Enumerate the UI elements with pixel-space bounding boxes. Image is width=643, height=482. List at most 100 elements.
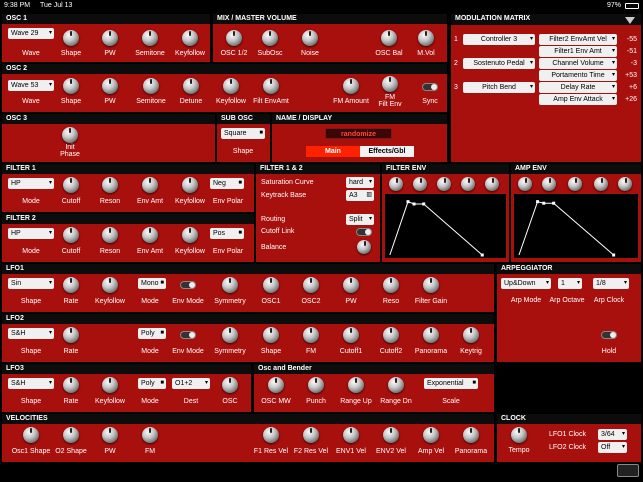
lfo2-panorama-knob[interactable]: [423, 327, 439, 343]
main-tab[interactable]: Main: [306, 146, 360, 157]
matrix-destination-select[interactable]: Channel Volume ▾: [539, 58, 617, 69]
subosc-shape-select[interactable]: Square ■: [221, 128, 265, 139]
bender-rangeup-knob[interactable]: [348, 377, 364, 393]
filter-env-graph[interactable]: [385, 194, 506, 258]
lfo1-osc2-knob[interactable]: [303, 277, 319, 293]
vel-f1resvel-knob[interactable]: [263, 427, 279, 443]
filter-env-sustaintime-knob[interactable]: [461, 177, 475, 191]
arp-clock-select[interactable]: 1/8 ▾: [593, 278, 629, 289]
osc2-semitone-knob[interactable]: [143, 78, 159, 94]
matrix-amount-value[interactable]: +6: [629, 84, 637, 91]
matrix-amount-value[interactable]: +26: [625, 96, 637, 103]
osc2-filtenvamt-knob[interactable]: [263, 78, 279, 94]
osc2-wave-select[interactable]: Wave 53 ▾: [8, 80, 54, 91]
collapse-icon[interactable]: [625, 17, 635, 24]
lfo1-envmode-toggle[interactable]: [180, 281, 196, 289]
lfo1-symmetry-knob[interactable]: [222, 277, 238, 293]
osc2-fm-filtenv-knob[interactable]: [382, 76, 398, 92]
routing-select[interactable]: Split ▾: [346, 214, 374, 225]
mix-osc12-knob[interactable]: [226, 30, 242, 46]
filter1-mode-select[interactable]: HP ▾: [8, 178, 54, 189]
vel-env2vel-knob[interactable]: [383, 427, 399, 443]
filter1-keyfollow-knob[interactable]: [182, 177, 198, 193]
lfo2-symmetry-knob[interactable]: [222, 327, 238, 343]
osc2-keyfollow-knob[interactable]: [223, 78, 239, 94]
lfo1-pw-knob[interactable]: [343, 277, 359, 293]
lfo2-keytrig-knob[interactable]: [463, 327, 479, 343]
lfo3-keyfollow-knob[interactable]: [102, 377, 118, 393]
lfo1-keyfollow-knob[interactable]: [102, 277, 118, 293]
bender-rangedn-knob[interactable]: [388, 377, 404, 393]
lfo2-rate-knob[interactable]: [63, 327, 79, 343]
vel-fm-knob[interactable]: [142, 427, 158, 443]
lfo2-envmode-toggle[interactable]: [180, 331, 196, 339]
lfo1-shape-select[interactable]: Sin ▾: [8, 278, 54, 289]
matrix-amount-value[interactable]: +53: [625, 72, 637, 79]
lfo1-mode-select[interactable]: Mono ■: [138, 278, 166, 289]
filter2-envpolar-select[interactable]: Pos ■: [210, 228, 244, 239]
lfo1-reso-knob[interactable]: [383, 277, 399, 293]
effects-tab[interactable]: Effects/Gbl: [360, 146, 414, 157]
lfo1-rate-knob[interactable]: [63, 277, 79, 293]
mix-noise-knob[interactable]: [302, 30, 318, 46]
matrix-destination-select[interactable]: Portamento Time ▾: [539, 70, 617, 81]
cutoff-link-toggle[interactable]: [356, 228, 372, 236]
amp-env-release-knob[interactable]: [618, 177, 632, 191]
osc2-detune-knob[interactable]: [183, 78, 199, 94]
arp-octave-select[interactable]: 1 ▾: [558, 278, 582, 289]
matrix-amount-value[interactable]: -51: [627, 48, 637, 55]
amp-env-sustain-knob[interactable]: [568, 177, 582, 191]
filter1-cutoff-knob[interactable]: [63, 177, 79, 193]
osc2-shape-knob[interactable]: [63, 78, 79, 94]
lfo2-shape-select[interactable]: S&H ▾: [8, 328, 54, 339]
filter-env-decay-knob[interactable]: [413, 177, 427, 191]
randomize-button[interactable]: randomize: [325, 128, 392, 139]
vel-panorama-knob[interactable]: [463, 427, 479, 443]
osc1-keyfollow-knob[interactable]: [182, 30, 198, 46]
bender-scale-select[interactable]: Exponential ■: [424, 378, 478, 389]
matrix-source-select[interactable]: Sostenuto Pedal ▾: [463, 58, 535, 69]
mix-mvol-knob[interactable]: [418, 30, 434, 46]
lfo2-shape-knob[interactable]: [263, 327, 279, 343]
arp-hold-toggle[interactable]: [601, 331, 617, 339]
amp-env-decay-knob[interactable]: [542, 177, 556, 191]
vel-f2resvel-knob[interactable]: [303, 427, 319, 443]
lfo2-cutoff2-knob[interactable]: [383, 327, 399, 343]
osc1-semitone-knob[interactable]: [142, 30, 158, 46]
vel-pw-knob[interactable]: [102, 427, 118, 443]
lfo2-cutoff1-knob[interactable]: [343, 327, 359, 343]
saturation-select[interactable]: hard ▾: [346, 177, 374, 188]
osc2-sync-toggle[interactable]: [422, 83, 438, 91]
lfo3-shape-select[interactable]: S&H ▾: [8, 378, 54, 389]
matrix-destination-select[interactable]: Amp Env Attack ▾: [539, 94, 617, 105]
lfo3-mode-select[interactable]: Poly ■: [138, 378, 166, 389]
clock-tempo-knob[interactable]: [511, 427, 527, 443]
matrix-source-select[interactable]: Pitch Bend ▾: [463, 82, 535, 93]
keyboard-icon[interactable]: [617, 464, 639, 477]
lfo2-fm-knob[interactable]: [303, 327, 319, 343]
osc3-initphase-knob[interactable]: [62, 127, 78, 143]
arp-mode-select[interactable]: Up&Down ▾: [501, 278, 551, 289]
amp-env-attack-knob[interactable]: [518, 177, 532, 191]
filter2-envamt-knob[interactable]: [142, 227, 158, 243]
filter2-keyfollow-knob[interactable]: [182, 227, 198, 243]
lfo3-osc-knob[interactable]: [222, 377, 238, 393]
mix-subosc-knob[interactable]: [262, 30, 278, 46]
lfo2-mode-select[interactable]: Poly ■: [138, 328, 166, 339]
lfo3-rate-knob[interactable]: [63, 377, 79, 393]
vel-osc1shape-knob[interactable]: [23, 427, 39, 443]
vel-env1vel-knob[interactable]: [343, 427, 359, 443]
lfo3-dest-select[interactable]: O1+2 ▾: [172, 378, 210, 389]
matrix-destination-select[interactable]: Filter2 EnvAmt Vel ▾: [539, 34, 617, 45]
osc1-shape-knob[interactable]: [63, 30, 79, 46]
filter1-envamt-knob[interactable]: [142, 177, 158, 193]
filter1-envpolar-select[interactable]: Neg ■: [210, 178, 244, 189]
filter-env-sustain-knob[interactable]: [437, 177, 451, 191]
vel-ampvel-knob[interactable]: [423, 427, 439, 443]
filter2-cutoff-knob[interactable]: [63, 227, 79, 243]
filter2-reson-knob[interactable]: [102, 227, 118, 243]
filter1-reson-knob[interactable]: [102, 177, 118, 193]
filter-env-release-knob[interactable]: [485, 177, 499, 191]
amp-env-graph[interactable]: [514, 194, 638, 258]
bender-oscmw-knob[interactable]: [268, 377, 284, 393]
